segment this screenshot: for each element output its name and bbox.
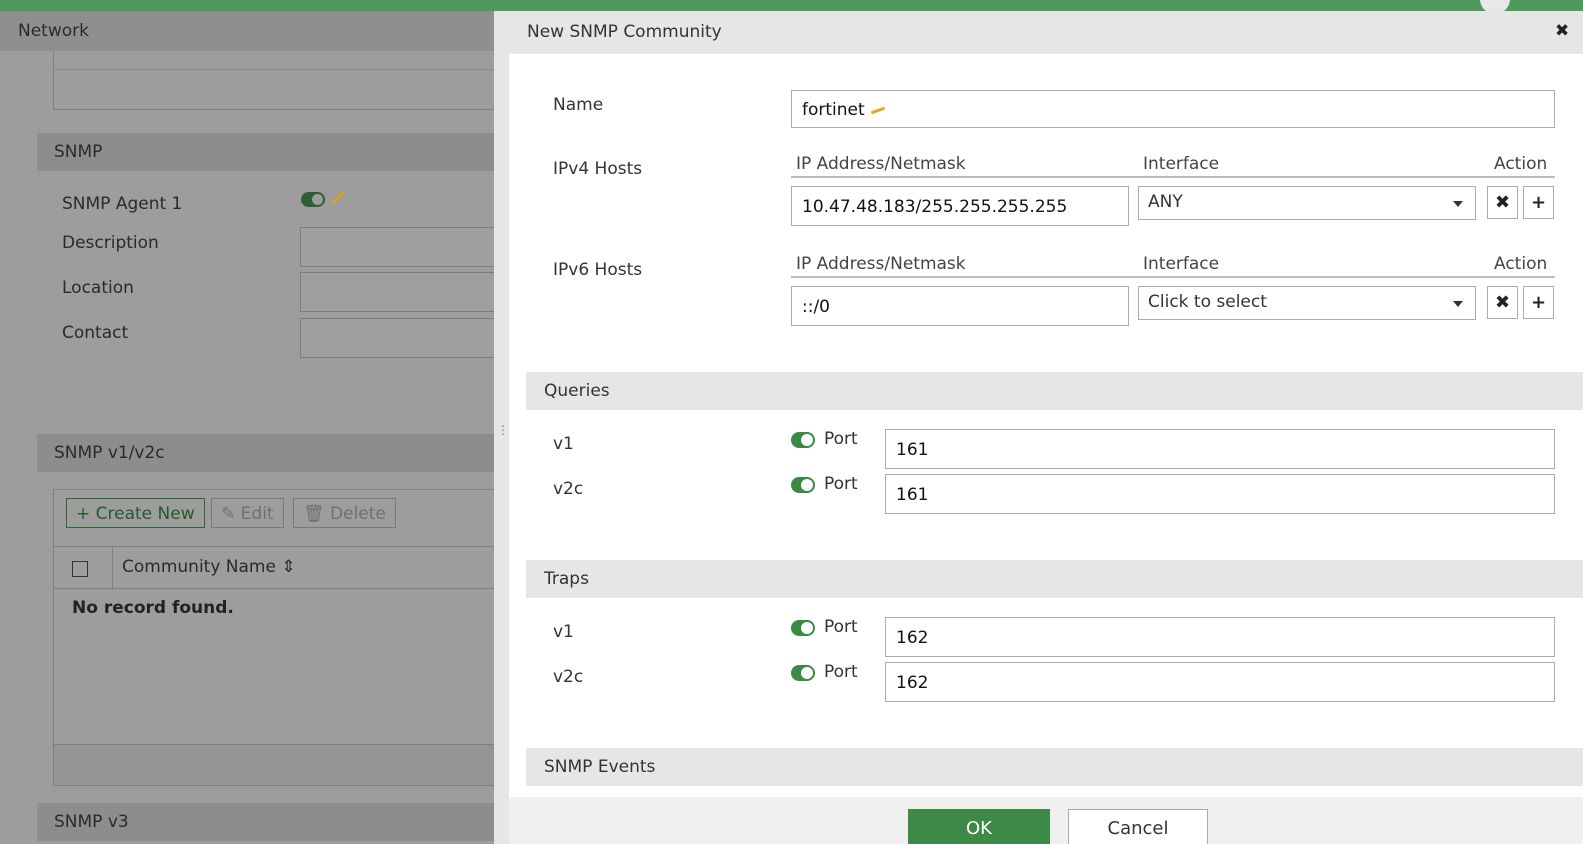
ipv6-add-button[interactable]: + — [1523, 286, 1554, 319]
ipv4-interface-column: Interface — [1143, 154, 1220, 174]
empty-message: No record found. — [72, 598, 234, 618]
background-page: Network SNMP SNMP Agent 1 Description Lo… — [0, 11, 494, 844]
ipv6-interface-select[interactable]: Click to select — [1138, 286, 1476, 320]
network-title: Network — [18, 21, 89, 41]
ok-button[interactable]: OK — [908, 809, 1050, 844]
traps-v1-toggle[interactable] — [791, 620, 815, 636]
drag-grip-icon[interactable]: ⋮ — [497, 423, 509, 437]
snmp-v3-title: SNMP v3 — [54, 812, 129, 832]
new-snmp-community-dialog: ⋮ New SNMP Community ✖ Name fortinet IPv… — [494, 11, 1583, 844]
ipv6-action-column: Action — [1494, 254, 1548, 274]
delete-button[interactable]: 🗑 Delete — [293, 498, 396, 528]
create-new-button[interactable]: + Create New — [66, 498, 205, 528]
chevron-down-icon — [1453, 201, 1463, 207]
ipv6-remove-button[interactable]: ✖ — [1487, 286, 1518, 319]
ipv6-ip-value: ::/0 — [802, 297, 830, 317]
edit-pencil-icon — [870, 106, 885, 114]
queries-v2c-port-input[interactable]: 161 — [885, 474, 1555, 514]
contact-input[interactable] — [300, 318, 494, 358]
community-name-label: Community Name — [122, 557, 276, 577]
network-section-header: Network — [0, 11, 494, 51]
dialog-title: New SNMP Community — [527, 22, 722, 42]
traps-title: Traps — [544, 569, 589, 589]
location-input[interactable] — [300, 272, 494, 312]
chevron-down-icon — [1453, 301, 1463, 307]
snmp-events-section-header: SNMP Events — [526, 748, 1583, 786]
description-input[interactable] — [300, 227, 494, 267]
ipv4-add-button[interactable]: + — [1523, 186, 1554, 219]
ipv4-action-column: Action — [1494, 154, 1548, 174]
snmp-section-title: SNMP — [54, 142, 103, 162]
queries-v2c-port-value: 161 — [896, 485, 929, 505]
traps-v2c-toggle[interactable] — [791, 665, 815, 681]
queries-v1-port-input[interactable]: 161 — [885, 429, 1555, 469]
snmp-v1v2c-section-header: SNMP v1/v2c — [37, 434, 494, 472]
queries-v2c-port-label: Port — [824, 474, 858, 494]
cancel-button[interactable]: Cancel — [1068, 809, 1208, 844]
close-icon[interactable]: ✖ — [1555, 21, 1569, 41]
community-table: + Create New ✎ Edit 🗑 Delete Community N… — [53, 489, 494, 786]
traps-v2c-label: v2c — [553, 667, 584, 687]
location-label: Location — [62, 278, 134, 298]
snmp-events-title: SNMP Events — [544, 757, 656, 777]
name-value: fortinet — [802, 100, 865, 120]
ipv4-ip-input[interactable]: 10.47.48.183/255.255.255.255 — [791, 186, 1129, 226]
queries-section-header: Queries — [526, 372, 1583, 410]
queries-v1-label: v1 — [553, 434, 574, 454]
ipv4-remove-button[interactable]: ✖ — [1487, 186, 1518, 219]
table-footer — [54, 744, 494, 785]
top-bar — [0, 0, 1583, 14]
snmp-v1v2c-title: SNMP v1/v2c — [54, 443, 165, 463]
ipv6-ip-input[interactable]: ::/0 — [791, 286, 1129, 326]
community-name-column[interactable]: Community Name ⇕ — [122, 557, 296, 577]
queries-v1-port-label: Port — [824, 429, 858, 449]
traps-section-header: Traps — [526, 560, 1583, 598]
ipv4-interface-value: ANY — [1148, 192, 1183, 212]
traps-v2c-port-input[interactable]: 162 — [885, 662, 1555, 702]
delete-label: Delete — [330, 504, 386, 524]
ipv6-ip-column: IP Address/Netmask — [796, 254, 966, 274]
traps-v1-port-value: 162 — [896, 628, 929, 648]
create-new-label: Create New — [95, 504, 195, 524]
dialog-titlebar: New SNMP Community ✖ — [509, 11, 1583, 54]
queries-v2c-label: v2c — [553, 479, 584, 499]
traps-v2c-port-value: 162 — [896, 673, 929, 693]
traps-v1-port-label: Port — [824, 617, 858, 637]
edit-label: Edit — [240, 504, 274, 524]
contact-label: Contact — [62, 323, 129, 343]
traps-v1-port-input[interactable]: 162 — [885, 617, 1555, 657]
snmp-agent-toggle[interactable] — [301, 192, 325, 207]
snmp-agent-label: SNMP Agent 1 — [62, 194, 183, 214]
queries-v1-toggle[interactable] — [791, 432, 815, 448]
ipv4-interface-select[interactable]: ANY — [1138, 186, 1476, 220]
ipv4-hosts-label: IPv4 Hosts — [553, 159, 643, 179]
network-box — [53, 51, 494, 110]
edit-button[interactable]: ✎ Edit — [211, 498, 284, 528]
traps-v2c-port-label: Port — [824, 662, 858, 682]
queries-v2c-toggle[interactable] — [791, 477, 815, 493]
traps-v1-label: v1 — [553, 622, 574, 642]
queries-v1-port-value: 161 — [896, 440, 929, 460]
ipv6-interface-value: Click to select — [1148, 292, 1267, 312]
queries-title: Queries — [544, 381, 610, 401]
ipv4-ip-column: IP Address/Netmask — [796, 154, 966, 174]
ipv6-hosts-label: IPv6 Hosts — [553, 260, 643, 280]
ipv6-interface-column: Interface — [1143, 254, 1220, 274]
snmp-section-header: SNMP — [37, 133, 494, 171]
table-header: Community Name ⇕ — [54, 546, 494, 589]
name-input[interactable]: fortinet — [791, 90, 1555, 128]
select-all-checkbox[interactable] — [72, 561, 88, 577]
edit-pencil-icon[interactable] — [331, 190, 345, 205]
ipv4-ip-value: 10.47.48.183/255.255.255.255 — [802, 197, 1068, 217]
description-label: Description — [62, 233, 159, 253]
snmp-v3-section-header: SNMP v3 — [37, 803, 494, 841]
name-label: Name — [553, 95, 604, 115]
